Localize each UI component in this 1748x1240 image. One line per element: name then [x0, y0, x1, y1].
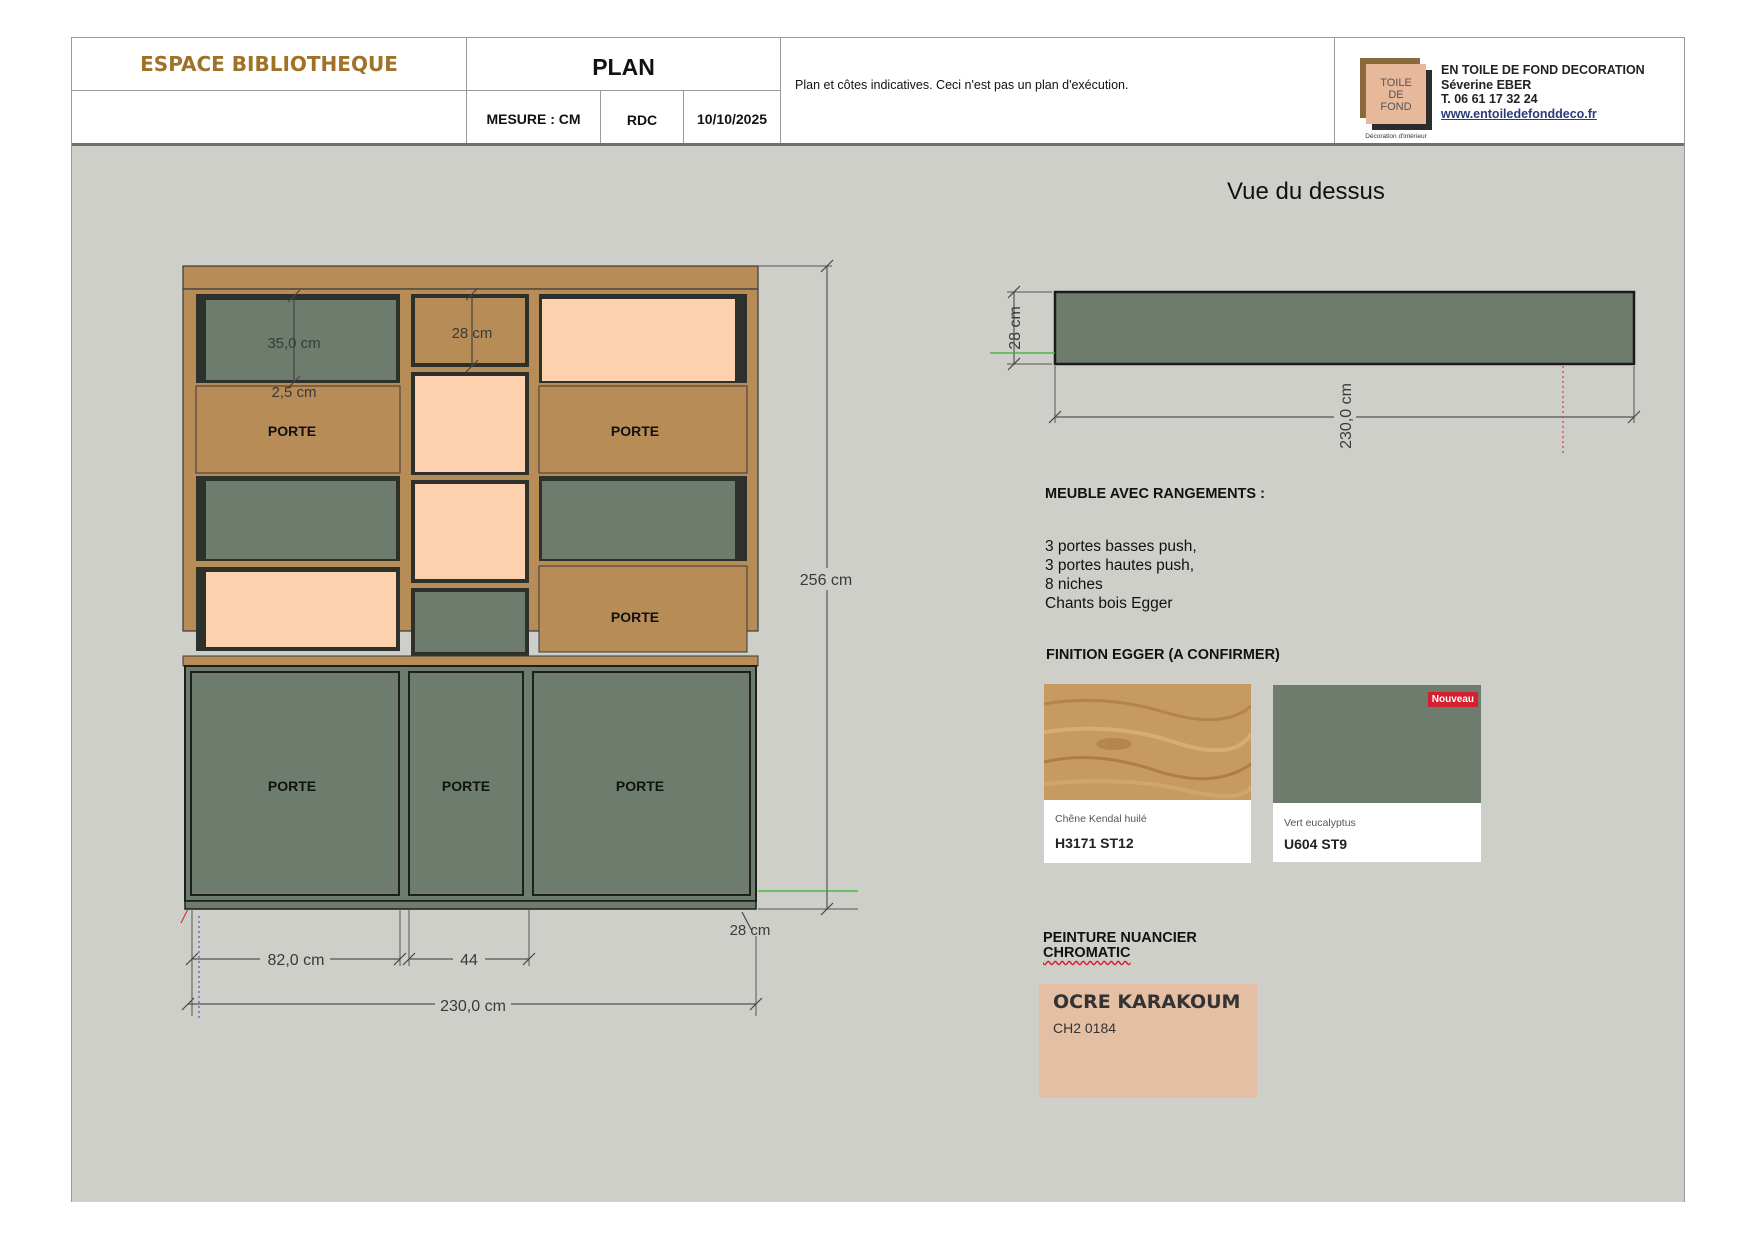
top-view-title: Vue du dessus [1227, 178, 1385, 205]
top-panel [182, 265, 759, 290]
drawing-sheet: ESPACE BIBLIOTHEQUE PLAN MESURE : CM RDC… [71, 37, 1685, 1202]
elevation-drawing: PORTE PORTE PORTE PORTE PORTE PORTE 35,0… [180, 259, 858, 1018]
dim-niche-height: 35,0 cm [267, 335, 320, 352]
swatch-code: U604 ST9 [1284, 836, 1348, 852]
swatch-name: Chêne Kendal huilé [1055, 813, 1147, 825]
title-block: ESPACE BIBLIOTHEQUE PLAN MESURE : CM RDC… [72, 38, 1684, 143]
company-info: EN TOILE DE FOND DECORATION Séverine EBE… [1441, 63, 1645, 121]
paint-heading-line2: CHROMATIC [1043, 945, 1131, 961]
company-logo: TOILE DE FOND Décoration d'intérieur [1360, 58, 1432, 140]
door-label: PORTE [616, 778, 664, 794]
finition-heading: FINITION EGGER (A CONFIRMER) [1046, 647, 1280, 663]
niche-left-2-back [206, 481, 396, 559]
niche-mid-4-back [415, 592, 525, 652]
dim-middle-niche: 28 cm [452, 325, 493, 342]
top-view-depth: 28 cm [1007, 306, 1024, 350]
dim-total-width: 230,0 cm [440, 998, 506, 1015]
dim-depth: 28 cm [730, 922, 771, 939]
disclaimer-note: Plan et côtes indicatives. Ceci n'est pa… [795, 78, 1129, 92]
niche-right-2-back [542, 481, 735, 559]
paint-name: OCRE KARAKOUM [1053, 991, 1241, 1013]
niche-mid-2-back [415, 376, 525, 472]
paint-heading: PEINTURE NUANCIER CHROMATIC [1043, 931, 1197, 961]
dim-left-width: 82,0 cm [268, 952, 325, 969]
door-label: PORTE [611, 609, 659, 625]
swatch-code: H3171 ST12 [1055, 835, 1134, 851]
project-title: ESPACE BIBLIOTHEQUE [140, 52, 398, 76]
plinth [184, 900, 757, 910]
spec-line: 3 portes basses push, [1045, 538, 1197, 555]
niche-right-1-back [542, 299, 735, 381]
top-view-drawing: 28 cm 230,0 cm [990, 285, 1641, 454]
niche-left-3-back [206, 572, 396, 647]
dim-total-height: 256 cm [800, 572, 852, 589]
plan-title: PLAN [592, 54, 655, 80]
paint-code: CH2 0184 [1053, 1020, 1117, 1036]
paint-chip: OCRE KARAKOUM CH2 0184 [1039, 984, 1257, 1098]
dim-shelf-thickness: 2,5 cm [271, 384, 316, 401]
dim-middle-width: 44 [460, 952, 478, 969]
spec-line: Chants bois Egger [1045, 595, 1173, 612]
drawing-canvas: PORTE PORTE PORTE PORTE PORTE PORTE 35,0… [72, 146, 1684, 1202]
niche-mid-3-back [415, 484, 525, 579]
swatch-oak: Chêne Kendal huilé H3171 ST12 [1044, 684, 1251, 863]
mid-shelf [182, 655, 759, 667]
logo-text-1: TOILE [1380, 77, 1412, 89]
specs-heading: MEUBLE AVEC RANGEMENTS : [1045, 486, 1265, 502]
top-view-body [1053, 290, 1636, 366]
specs-list: 3 portes basses push, 3 portes hautes pu… [1045, 537, 1197, 613]
company-website-link[interactable]: www.entoiledefonddeco.fr [1441, 107, 1645, 122]
paint-heading-line1: PEINTURE NUANCIER [1043, 930, 1197, 946]
swatch-name: Vert eucalyptus [1284, 817, 1356, 829]
door-label: PORTE [611, 423, 659, 439]
top-view-width: 230,0 cm [1338, 383, 1355, 449]
logo-caption: Décoration d'intérieur [1365, 133, 1427, 140]
new-badge: Nouveau [1427, 692, 1478, 707]
logo-text-3: FOND [1380, 101, 1411, 113]
oak-texture [1044, 684, 1251, 800]
spec-line: 3 portes hautes push, [1045, 557, 1195, 574]
company-phone: T. 06 61 17 32 24 [1441, 92, 1538, 106]
door-label: PORTE [442, 778, 490, 794]
spec-line: 8 niches [1045, 576, 1103, 593]
company-name: EN TOILE DE FOND DECORATION [1441, 63, 1645, 77]
swatch-green: Nouveau Vert eucalyptus U604 ST9 [1273, 685, 1481, 862]
door-label: PORTE [268, 423, 316, 439]
plan-date: 10/10/2025 [696, 111, 768, 127]
measure-unit: MESURE : CM [486, 111, 581, 127]
door-label: PORTE [268, 778, 316, 794]
level-label: RDC [626, 112, 658, 128]
logo-text-2: DE [1388, 89, 1403, 101]
company-person: Séverine EBER [1441, 77, 1532, 92]
